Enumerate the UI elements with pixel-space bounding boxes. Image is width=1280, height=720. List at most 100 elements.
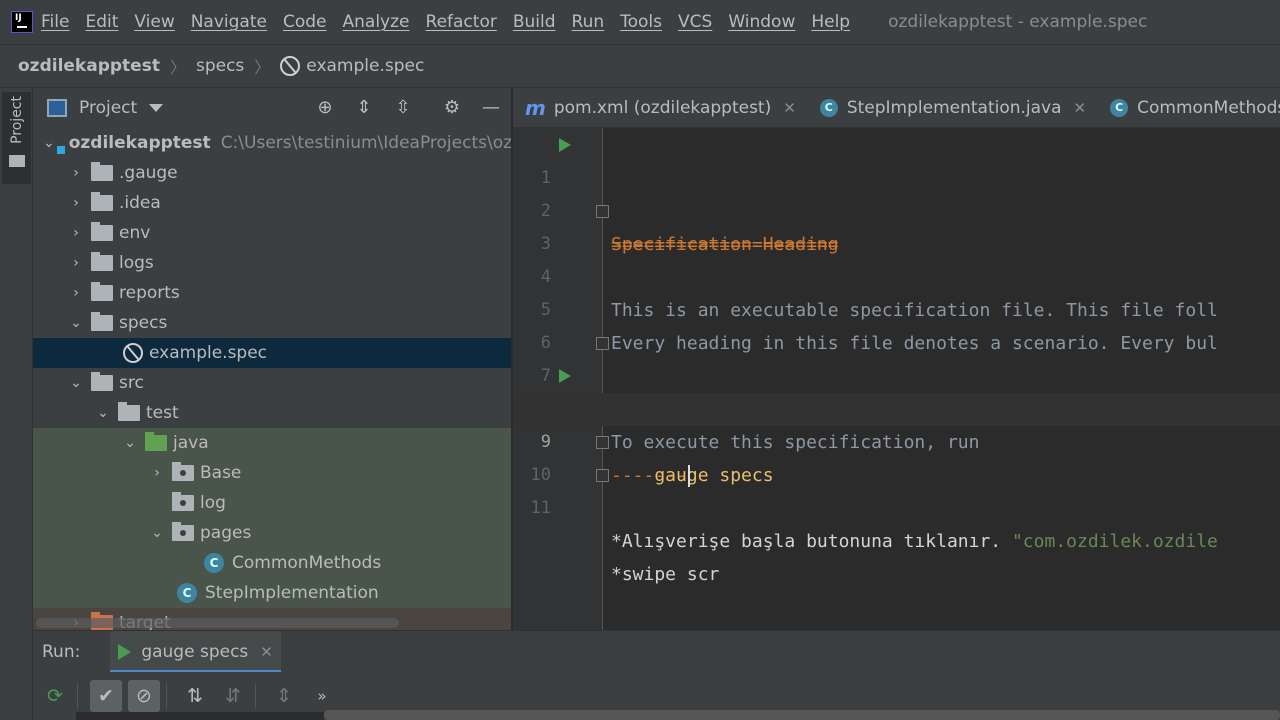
menu-refactor[interactable]: Refactor <box>426 12 497 32</box>
toolbar-divider <box>255 683 256 709</box>
check-icon[interactable]: ✔ <box>90 680 122 712</box>
close-icon[interactable]: ✕ <box>783 99 796 117</box>
expand-all-icon[interactable]: ⇕ <box>353 97 375 119</box>
expand-all-icon[interactable]: ⇕ <box>268 680 300 712</box>
tab-stepimplementation[interactable]: C StepImplementation.java ✕ <box>808 88 1098 128</box>
tree-item-idea[interactable]: › .idea <box>33 188 511 218</box>
tree-item-base[interactable]: › Base <box>33 458 511 488</box>
tree-item-label: pages <box>200 523 252 543</box>
chevron-right-icon[interactable]: › <box>69 226 83 240</box>
code-line[interactable]: 10 *Alışverişe başla butonuna tıklanır. … <box>513 426 1280 552</box>
tree-item-java[interactable]: ⌄ java <box>33 428 511 458</box>
tab-commonmethods[interactable]: C CommonMethods.java <box>1098 88 1280 128</box>
close-icon[interactable]: ✕ <box>260 643 273 661</box>
rerun-icon[interactable]: ⟳ <box>39 680 71 712</box>
code-line[interactable]: 2 ===================== <box>513 162 1280 255</box>
code-line[interactable]: 5 Every heading in this file denotes a s… <box>513 261 1280 354</box>
chevron-down-icon[interactable]: ⌄ <box>123 436 137 450</box>
menu-code[interactable]: Code <box>283 12 327 32</box>
hide-icon[interactable]: — <box>480 97 502 119</box>
menu-build[interactable]: Build <box>513 12 556 32</box>
menu-edit[interactable]: Edit <box>85 12 118 32</box>
folder-icon <box>91 162 113 181</box>
gear-icon[interactable]: ⚙ <box>441 97 463 119</box>
project-panel-title[interactable]: Project <box>79 98 137 118</box>
close-icon[interactable]: ✕ <box>1074 99 1087 117</box>
code-editor[interactable]: 1 Specification Heading 2 ==============… <box>513 128 1280 630</box>
chevron-down-icon[interactable]: ⌄ <box>43 136 55 150</box>
menu-tools[interactable]: Tools <box>620 12 662 32</box>
run-icon[interactable] <box>559 369 571 383</box>
code-line-current[interactable]: 9 ------- <box>513 393 1280 487</box>
menu-window[interactable]: Window <box>728 12 795 32</box>
tab-label: StepImplementation.java <box>846 98 1062 118</box>
run-icon[interactable] <box>559 138 571 152</box>
menu-view[interactable]: View <box>134 12 174 32</box>
tree-item-example-spec[interactable]: example.spec <box>33 338 511 368</box>
chevron-down-icon[interactable]: ⌄ <box>96 406 110 420</box>
tree-item-label: reports <box>119 283 180 303</box>
project-tool-label[interactable]: Project <box>9 96 25 144</box>
collapse-all-icon[interactable]: ⇳ <box>392 97 414 119</box>
chevron-right-icon[interactable]: › <box>69 256 83 270</box>
code-line[interactable]: 8 gauge specs <box>513 360 1280 486</box>
spec-file-icon <box>123 343 143 363</box>
tree-item-specs[interactable]: ⌄ specs <box>33 308 511 338</box>
sort-alpha-icon[interactable]: ⇅ <box>179 680 211 712</box>
tab-label: pom.xml (ozdilekapptest) <box>553 98 772 118</box>
chevron-right-icon[interactable]: › <box>150 466 164 480</box>
chevron-right-icon[interactable]: › <box>69 166 83 180</box>
fold-icon[interactable] <box>596 469 609 482</box>
chevron-right-icon[interactable]: › <box>69 286 83 300</box>
tree-item-label: log <box>200 493 226 513</box>
menu-file[interactable]: File <box>41 12 69 32</box>
tree-item-pages[interactable]: ⌄ pages <box>33 518 511 548</box>
breadcrumb-folder[interactable]: specs <box>196 56 244 76</box>
menu-navigate[interactable]: Navigate <box>191 12 267 32</box>
source-folder-icon <box>145 432 167 451</box>
class-icon: C <box>204 553 224 573</box>
code-line[interactable]: 11 *swipe scr <box>513 459 1280 585</box>
tree-item-root[interactable]: ⌄ ozdilekapptest C:\Users\testinium\Idea… <box>33 128 511 158</box>
chevron-down-icon[interactable]: ⌄ <box>69 376 83 390</box>
tree-item-stepimplementation[interactable]: C StepImplementation <box>33 578 511 608</box>
code-line[interactable]: 3 <box>513 195 1280 254</box>
menu-help[interactable]: Help <box>811 12 850 32</box>
tree-item-log[interactable]: log <box>33 488 511 518</box>
output-scrollbar[interactable] <box>324 710 1280 720</box>
chevron-right-icon[interactable]: › <box>69 196 83 210</box>
fold-icon[interactable] <box>596 337 609 350</box>
test-tree-area <box>76 712 324 720</box>
code-line[interactable]: 1 Specification Heading <box>513 129 1280 255</box>
menu-analyze[interactable]: Analyze <box>343 12 410 32</box>
maven-icon: m <box>525 96 546 120</box>
cancel-icon[interactable]: ⊘ <box>128 680 160 712</box>
tree-horizontal-scrollbar[interactable] <box>36 618 399 628</box>
tree-item-test[interactable]: ⌄ test <box>33 398 511 428</box>
tree-item-label: .gauge <box>119 163 178 183</box>
chevron-down-icon[interactable] <box>149 104 164 112</box>
code-line[interactable]: 6 <box>513 294 1280 353</box>
run-tab-gauge-specs[interactable]: gauge specs ✕ <box>110 630 281 673</box>
tree-item-src[interactable]: ⌄ src <box>33 368 511 398</box>
locate-icon[interactable]: ⊕ <box>314 97 336 119</box>
tab-pom-xml[interactable]: m pom.xml (ozdilekapptest) ✕ <box>513 88 808 128</box>
fold-icon[interactable] <box>596 436 609 449</box>
fold-icon[interactable] <box>596 205 609 218</box>
sort-duration-icon[interactable]: ⇵ <box>217 680 249 712</box>
tree-item-commonmethods[interactable]: C CommonMethods <box>33 548 511 578</box>
menu-run[interactable]: Run <box>572 12 605 32</box>
chevron-down-icon[interactable]: ⌄ <box>69 316 83 330</box>
code-line[interactable]: 7 To execute this specification, run <box>513 327 1280 453</box>
tree-item-env[interactable]: › env <box>33 218 511 248</box>
code-line[interactable]: 4 This is an executable specification fi… <box>513 228 1280 321</box>
menu-vcs[interactable]: VCS <box>678 12 712 32</box>
tree-item-logs[interactable]: › logs <box>33 248 511 278</box>
tree-item-reports[interactable]: › reports <box>33 278 511 308</box>
tree-item-gauge[interactable]: › .gauge <box>33 158 511 188</box>
chevron-down-icon[interactable]: ⌄ <box>150 526 164 540</box>
more-icon[interactable]: » <box>306 680 338 712</box>
breadcrumb-project[interactable]: ozdilekapptest <box>18 56 160 76</box>
breadcrumb-file[interactable]: example.spec <box>306 56 424 76</box>
tree-item-label: java <box>173 433 209 453</box>
